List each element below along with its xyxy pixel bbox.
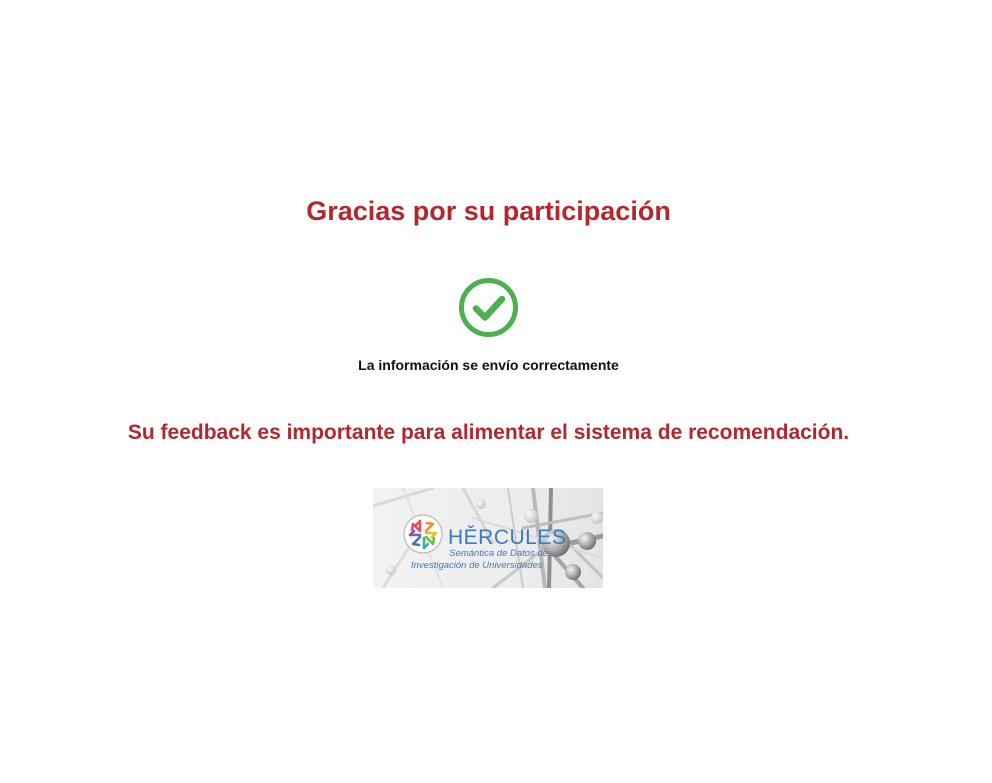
hercules-logo-banner: HĚRCULES Semántica de Datos de Investiga… [373,488,603,588]
logo-name: HĚRCULES [448,526,566,549]
page-title: Gracias por su participación [306,196,671,226]
logo-tagline-line1: Semántica de Datos de [449,548,548,559]
logo-tagline-line2: Investigación de Universidades [411,560,543,571]
feedback-message: Su feedback es importante para alimentar… [127,421,850,444]
success-message: La información se envío correctamente [358,357,619,373]
check-circle-icon [459,278,518,337]
hercules-emblem-icon [403,514,443,554]
